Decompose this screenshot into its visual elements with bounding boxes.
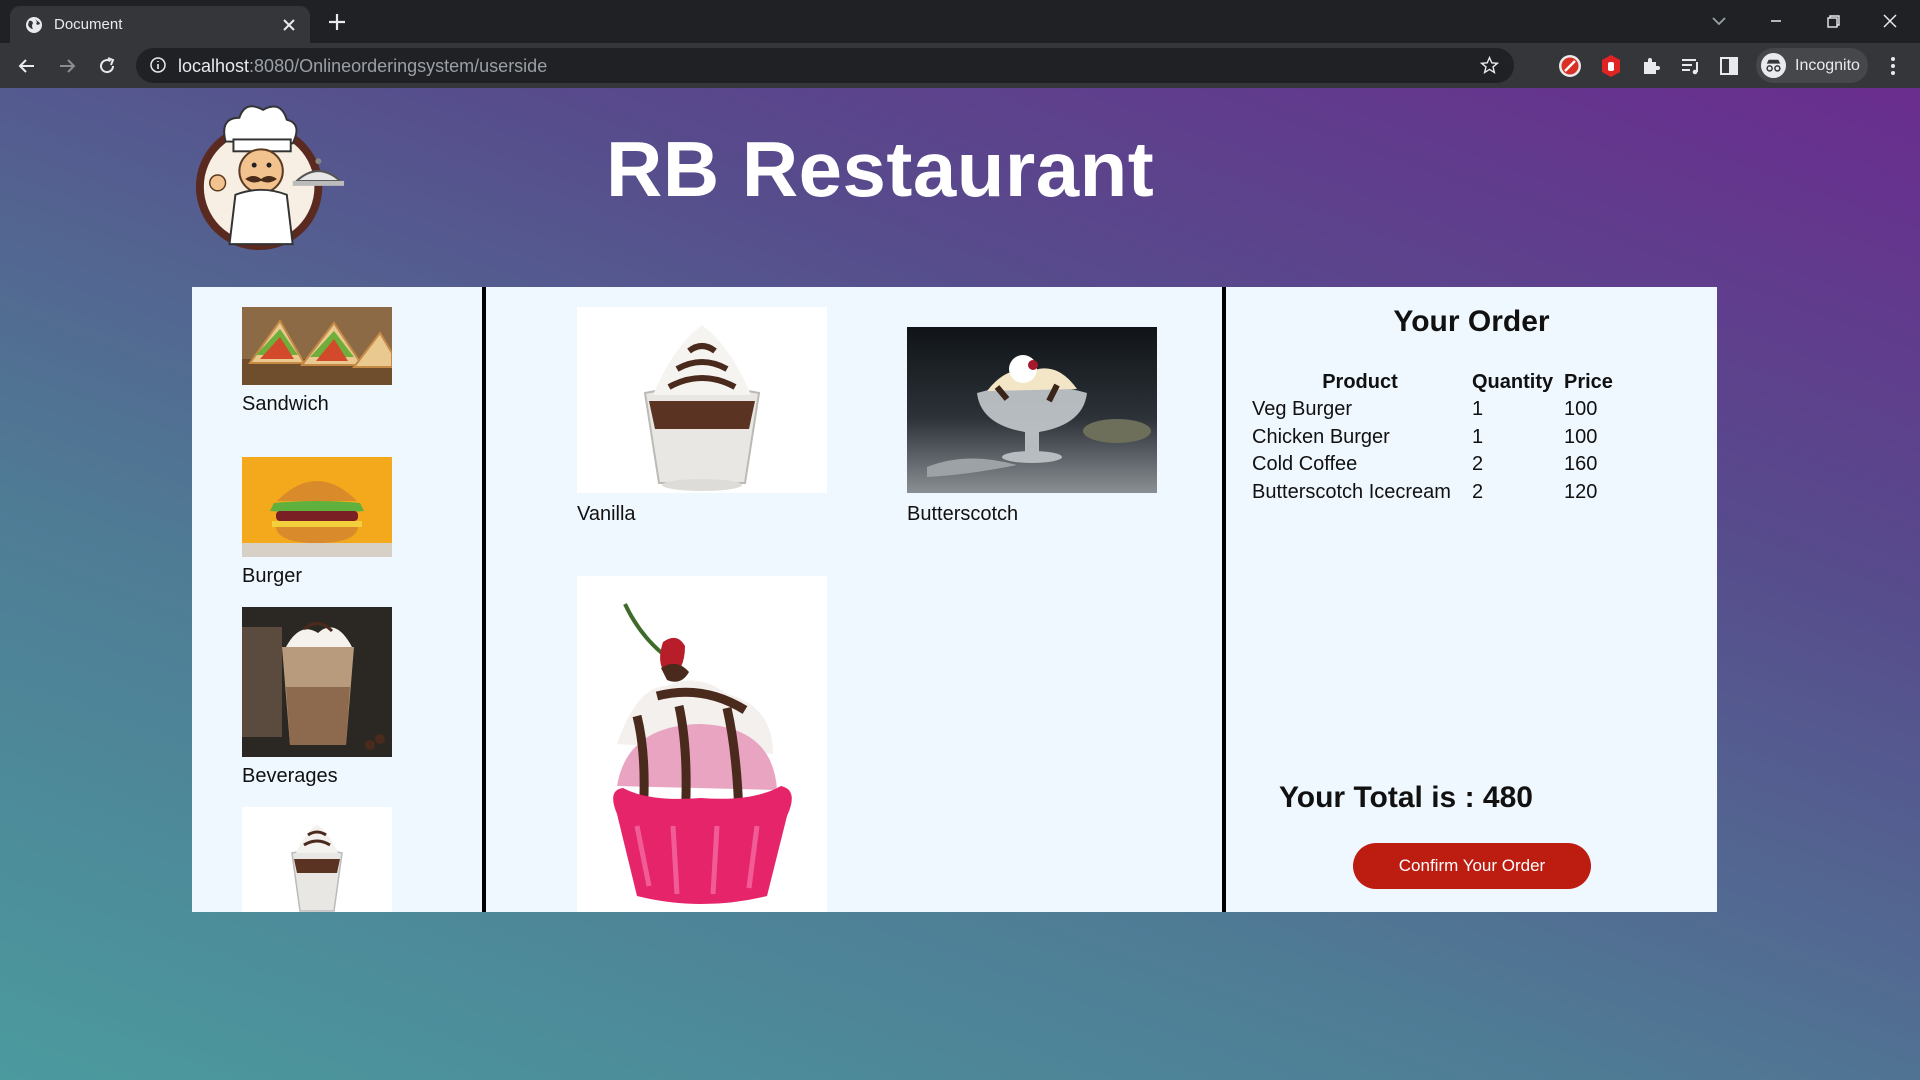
order-quantity: 2 [1472,480,1484,503]
order-price: 100 [1564,425,1598,448]
url-text: localhost:8080/Onlineorderingsystem/user… [178,56,548,76]
adblock-extension-icon[interactable] [1557,53,1583,79]
reload-icon[interactable] [94,53,120,79]
side-panel-icon[interactable] [1716,53,1742,79]
category-label: Sandwich [242,393,329,415]
menu-item-sundae[interactable] [577,576,827,912]
minimize-icon[interactable] [1763,8,1789,34]
tab-title: Document [54,16,123,33]
sundae-image [577,576,827,912]
order-table-header: Product Quantity Price [1252,368,1617,396]
order-product: Chicken Burger [1252,425,1390,448]
order-quantity: 2 [1472,453,1484,476]
category-label: Burger [242,565,303,587]
restore-icon[interactable] [1820,8,1846,34]
order-price: 100 [1564,398,1598,421]
globe-icon [26,16,42,33]
beverages-image [242,607,392,757]
chef-logo [195,105,345,251]
close-tab-icon[interactable] [280,16,298,34]
address-bar[interactable]: localhost:8080/Onlineorderingsystem/user… [136,48,1514,83]
confirm-order-button[interactable]: Confirm Your Order [1353,843,1591,889]
table-row: Cold Coffee 2 160 [1252,451,1617,479]
menu-items-panel: Vanilla Butterscotch [486,287,1226,912]
site-info-icon[interactable] [149,56,167,74]
order-product: Veg Burger [1252,398,1353,421]
category-beverages[interactable]: Beverages [242,607,392,788]
column-product: Product [1322,370,1398,393]
extensions-puzzle-icon[interactable] [1638,53,1664,79]
category-icecream[interactable] [242,807,392,912]
order-price: 120 [1564,480,1598,503]
incognito-icon [1760,52,1787,79]
order-product: Butterscotch Icecream [1252,480,1451,503]
sandwich-image [242,307,392,385]
bookmark-star-icon[interactable] [1479,55,1500,76]
incognito-label: Incognito [1795,56,1860,74]
incognito-profile-button[interactable]: Incognito [1756,48,1868,83]
page-viewport: RB Restaurant Sandwich Burger Beverages … [0,88,1920,1080]
category-sandwich[interactable]: Sandwich [242,307,392,416]
category-burger[interactable]: Burger [242,457,392,588]
order-quantity: 1 [1472,425,1484,448]
browser-tabstrip: Document [0,0,1920,43]
new-tab-icon[interactable] [326,11,348,33]
category-label: Beverages [242,765,338,787]
order-title: Your Order [1393,305,1550,338]
order-quantity: 1 [1472,398,1484,421]
category-panel: Sandwich Burger Beverages [192,287,486,912]
hand-extension-icon[interactable] [1598,53,1624,79]
order-table: Product Quantity Price Veg Burger 1 100 … [1252,368,1617,506]
table-row: Veg Burger 1 100 [1252,396,1617,424]
icecream-category-image [242,807,392,912]
menu-item-butterscotch[interactable]: Butterscotch [907,327,1157,526]
order-price: 160 [1564,453,1598,476]
forward-arrow-icon[interactable] [54,53,80,79]
vanilla-image [577,307,827,493]
tab-search-icon[interactable] [1706,8,1732,34]
menu-item-label: Butterscotch [907,503,1019,525]
table-row: Butterscotch Icecream 2 120 [1252,479,1617,507]
menu-item-label: Vanilla [577,503,636,525]
browser-toolbar: localhost:8080/Onlineorderingsystem/user… [0,43,1920,88]
menu-item-vanilla[interactable]: Vanilla [577,307,827,526]
table-row: Chicken Burger 1 100 [1252,424,1617,452]
column-quantity: Quantity [1472,370,1554,393]
browser-menu-icon[interactable] [1880,53,1906,79]
close-window-icon[interactable] [1877,8,1903,34]
column-price: Price [1564,370,1613,393]
browser-tab[interactable]: Document [10,6,310,43]
butterscotch-image [907,327,1157,493]
back-arrow-icon[interactable] [14,53,40,79]
reading-list-icon[interactable] [1678,53,1704,79]
order-product: Cold Coffee [1252,453,1358,476]
burger-image [242,457,392,557]
order-total: Your Total is : 480 [1279,781,1533,814]
order-panel: Your Order Product Quantity Price Veg Bu… [1226,287,1717,912]
site-title: RB Restaurant [606,125,1155,213]
